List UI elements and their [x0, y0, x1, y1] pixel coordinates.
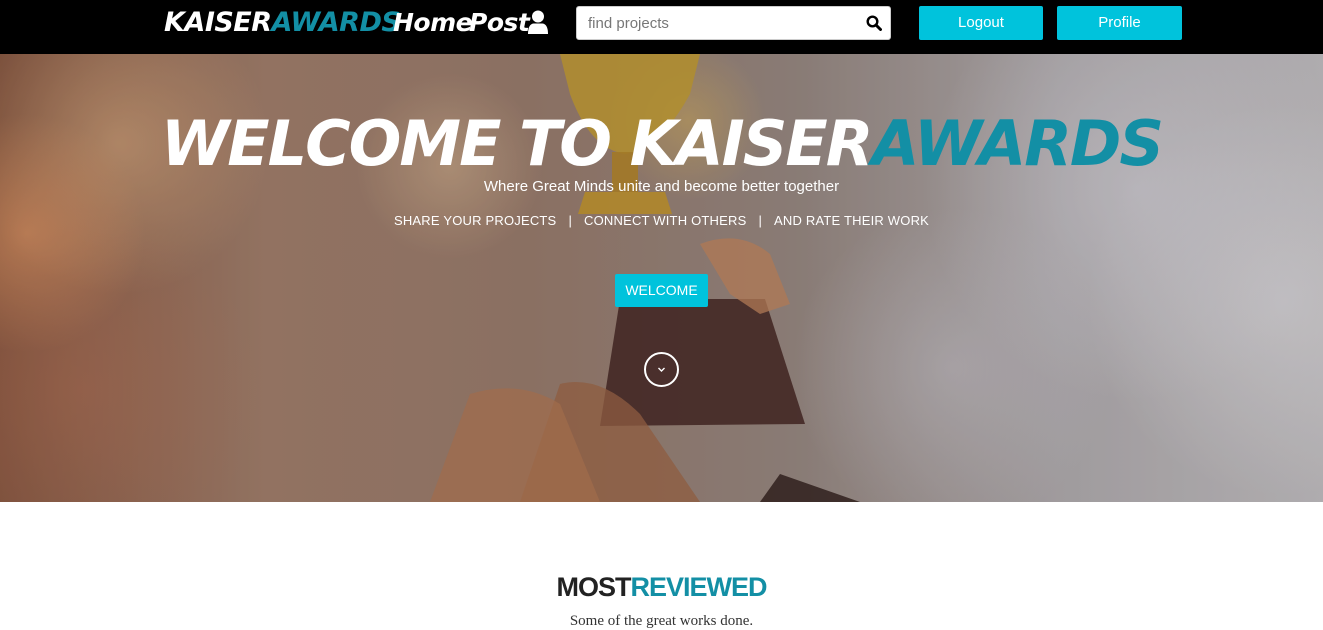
hero-subtitle: Where Great Minds unite and become bette…	[483, 178, 840, 195]
tagline-share: SHARE YOUR PROJECTS	[393, 213, 557, 228]
nav-post-link[interactable]: Post	[469, 6, 530, 40]
tagline-separator: |	[568, 213, 573, 228]
brand-name-part1: KAISER	[164, 7, 272, 38]
hero-tagline: SHARE YOUR PROJECTS | CONNECT WITH OTHERS |…	[0, 213, 1323, 228]
tagline-rate: AND RATE THEIR WORK	[774, 213, 930, 228]
search-box	[576, 6, 891, 40]
hero-title-part2: AWARDS	[871, 107, 1164, 180]
hero-banner: WELCOME TO KAISERAWARDS Where Great Mind…	[0, 54, 1323, 502]
scroll-down-button[interactable]	[644, 352, 679, 387]
hero-title: WELCOME TO KAISERAWARDS	[0, 106, 1323, 182]
tagline-connect: CONNECT WITH OTHERS	[584, 213, 747, 228]
hero-title-part1: WELCOME TO KAISER	[160, 107, 874, 180]
top-navbar: KAISERAWARDS Home Post Logout Profile	[0, 0, 1323, 54]
brand-name-part2: AWARDS	[271, 7, 401, 38]
most-reviewed-title: MOSTREVIEWED	[0, 572, 1323, 603]
search-icon[interactable]	[866, 15, 882, 31]
chevron-down-icon	[658, 367, 665, 372]
welcome-button[interactable]: WELCOME	[615, 274, 708, 307]
logout-button[interactable]: Logout	[919, 6, 1043, 40]
most-reviewed-title-part1: MOST	[556, 572, 631, 602]
user-icon[interactable]	[527, 10, 549, 34]
nav-home-link[interactable]: Home	[393, 6, 473, 40]
most-reviewed-subtitle: Some of the great works done.	[569, 613, 754, 629]
brand-logo[interactable]: KAISERAWARDS	[164, 6, 401, 40]
search-input[interactable]	[577, 7, 857, 39]
profile-button[interactable]: Profile	[1057, 6, 1182, 40]
most-reviewed-title-part2: REVIEWED	[630, 572, 767, 602]
tagline-separator: |	[758, 213, 763, 228]
